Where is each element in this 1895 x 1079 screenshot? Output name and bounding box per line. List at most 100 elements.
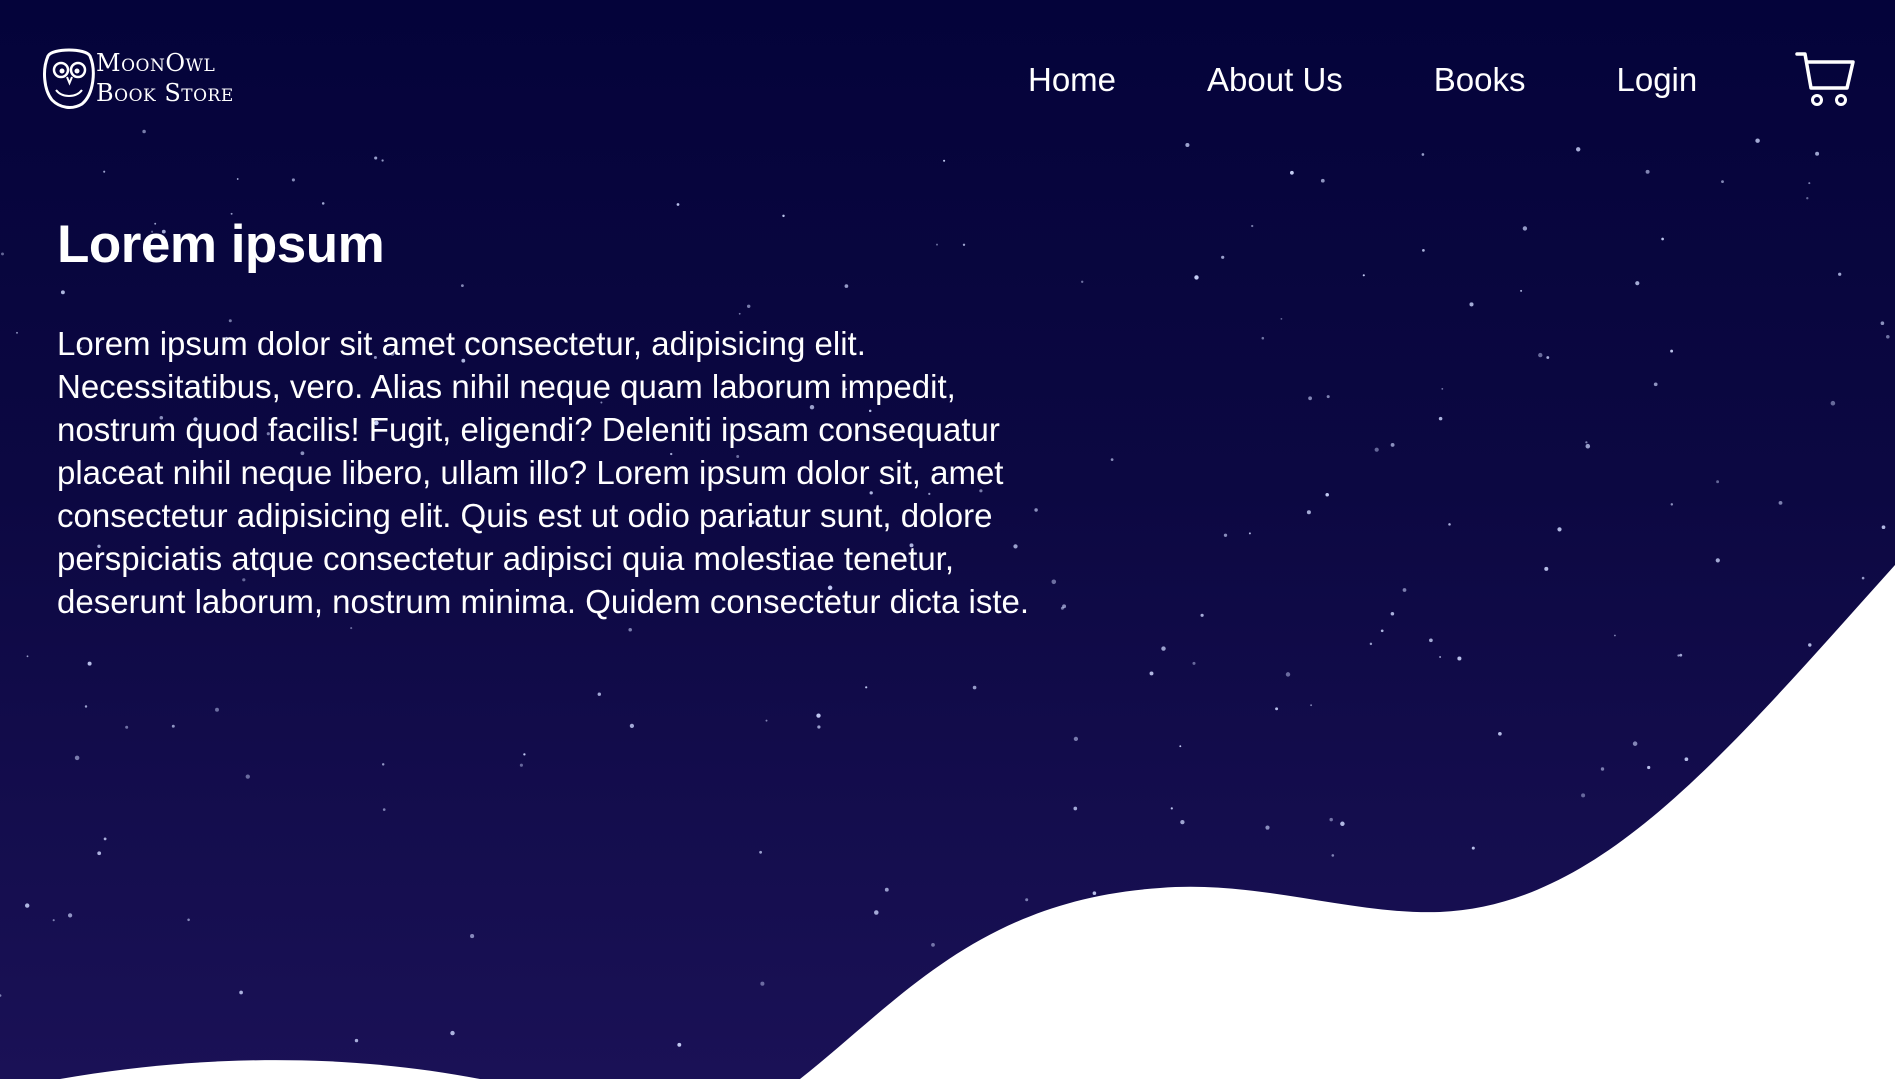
main-nav: Home About Us Books Login <box>1028 56 1697 104</box>
star-dot <box>1308 1037 1313 1042</box>
star-dot <box>1778 501 1783 505</box>
star-dot <box>1498 731 1502 736</box>
star-dot <box>931 943 935 947</box>
hero-title: Lorem ipsum <box>57 215 385 274</box>
star-dot <box>1674 964 1679 970</box>
star-dot <box>450 1030 455 1036</box>
star-dot <box>1326 395 1330 399</box>
star-dot <box>1546 356 1550 359</box>
star-dot <box>84 705 88 708</box>
star-dot <box>1830 400 1836 406</box>
star-dot <box>816 713 821 718</box>
star-dot <box>1448 523 1451 526</box>
star-dot <box>1429 638 1433 643</box>
star-dot <box>1390 612 1395 616</box>
star-dot <box>1726 982 1730 986</box>
star-dot <box>1581 793 1586 798</box>
nav-link-login[interactable]: Login <box>1617 61 1698 99</box>
star-dot <box>1886 335 1890 339</box>
star-dot <box>1331 854 1335 857</box>
star-dot <box>1551 892 1556 897</box>
star-dot <box>1306 510 1311 515</box>
star-dot <box>1340 821 1345 827</box>
star-dot <box>1402 588 1407 592</box>
star-dot <box>874 910 879 915</box>
star-dot <box>350 627 353 630</box>
star-dot <box>1223 533 1228 537</box>
hero-description: Lorem ipsum dolor sit amet consectetur, … <box>57 325 1030 620</box>
star-dot <box>1369 642 1373 646</box>
star-dot <box>187 918 190 922</box>
star-dot <box>1881 525 1886 530</box>
star-dot <box>171 724 175 728</box>
star-dot <box>1100 1022 1104 1026</box>
star-dot <box>1145 1017 1148 1021</box>
star-dot <box>1670 349 1674 353</box>
star-dot <box>1073 806 1078 811</box>
owl-icon <box>43 48 95 109</box>
star-dot <box>1329 817 1333 822</box>
star-dot <box>1320 178 1325 183</box>
star-dot <box>1522 226 1528 231</box>
star-dot <box>67 913 73 918</box>
star-dot <box>1375 981 1380 986</box>
star-dot <box>1638 893 1642 896</box>
nav-link-about-us[interactable]: About Us <box>1207 61 1343 99</box>
star-dot <box>884 887 889 892</box>
star-dot <box>354 1038 359 1043</box>
star-dot <box>97 851 102 856</box>
star-dot <box>519 763 523 767</box>
star-dot <box>1457 656 1462 661</box>
star-dot <box>1701 901 1705 905</box>
brand-logo[interactable]: MoonOwl Book Store <box>42 44 242 116</box>
star-dot <box>1747 775 1752 779</box>
star-dot <box>16 331 18 334</box>
star-dot <box>1806 197 1809 200</box>
star-dot <box>236 178 239 180</box>
top-navbar: MoonOwl Book Store Home About Us Books L… <box>0 0 1895 160</box>
star-dot <box>1379 959 1384 964</box>
star-dot <box>1789 820 1793 825</box>
star-dot <box>1110 458 1114 461</box>
star-dot <box>1538 352 1543 358</box>
star-dot <box>1679 653 1683 657</box>
star-dot <box>0 994 2 997</box>
star-dot <box>1880 321 1885 326</box>
star-dot <box>1 252 4 256</box>
star-dot <box>1310 704 1313 707</box>
star-dot <box>1280 317 1283 320</box>
star-dot <box>1838 272 1842 276</box>
star-dot <box>1632 741 1638 746</box>
star-dot <box>1325 492 1329 497</box>
nav-link-books[interactable]: Books <box>1434 61 1526 99</box>
star-dot <box>1390 442 1395 447</box>
star-dot <box>1794 786 1797 789</box>
star-dot <box>1780 945 1785 950</box>
star-dot <box>972 685 977 690</box>
star-dot <box>1600 767 1605 771</box>
star-dot <box>1504 953 1508 956</box>
star-dot <box>1821 881 1826 885</box>
star-dot <box>245 774 250 779</box>
star-dot <box>103 170 106 173</box>
star-dot <box>26 655 29 658</box>
star-dot <box>1684 757 1689 762</box>
shopping-cart-icon[interactable] <box>1795 50 1855 108</box>
star-dot <box>1585 441 1588 444</box>
star-dot <box>87 661 92 666</box>
star-dot <box>1721 180 1724 184</box>
nav-link-home[interactable]: Home <box>1028 61 1116 99</box>
star-dot <box>1677 654 1680 657</box>
star-dot <box>1251 224 1254 228</box>
star-dot <box>759 850 763 854</box>
star-dot <box>1206 995 1208 998</box>
star-dot <box>1746 887 1750 891</box>
star-dot <box>1371 973 1374 976</box>
star-dot <box>321 202 325 205</box>
star-dot <box>215 707 219 712</box>
star-dot <box>1073 736 1079 742</box>
star-dot <box>1635 281 1640 286</box>
star-dot <box>629 723 635 729</box>
star-dot <box>1422 249 1425 252</box>
star-dot <box>1557 527 1562 532</box>
